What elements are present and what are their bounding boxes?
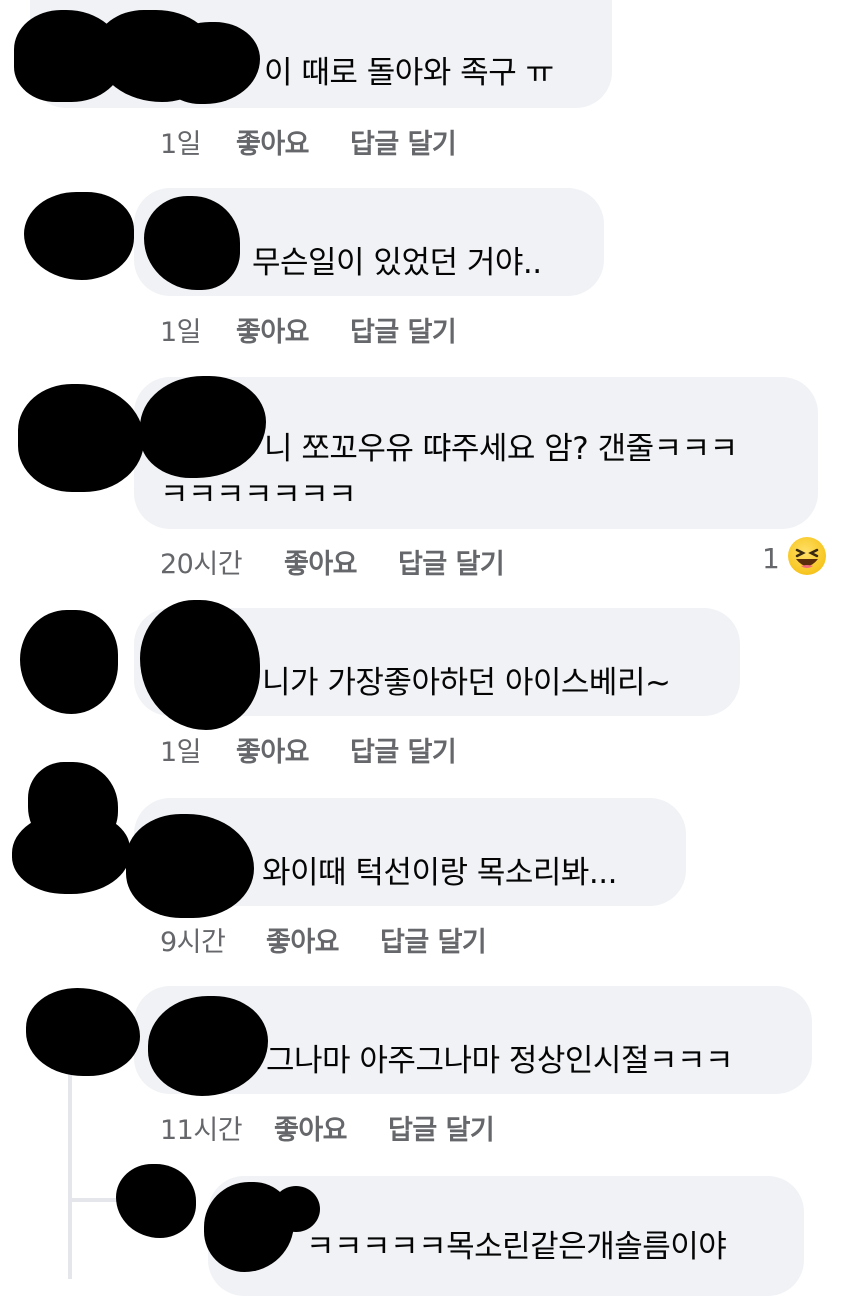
reply-text: ㅋㅋㅋㅋㅋ목소린같은개솔름이야 bbox=[306, 1229, 727, 1265]
comment-meta: 20시간 좋아요 답글 달기 bbox=[160, 542, 580, 580]
comment-text: 이 때로 돌아와 족구 ㅠ bbox=[264, 55, 554, 91]
reply-button[interactable]: 답글 달기 bbox=[380, 920, 487, 959]
comment-time[interactable]: 20시간 bbox=[160, 542, 243, 581]
redacted-avatar bbox=[12, 812, 130, 894]
redacted-avatar bbox=[24, 192, 134, 280]
comment-text: 그나마 아주그나마 정상인시절ㅋㅋㅋ bbox=[266, 1043, 734, 1079]
comment-meta: 1일 좋아요 답글 달기 bbox=[160, 310, 560, 348]
redacted-avatar bbox=[20, 610, 118, 714]
redacted-avatar bbox=[26, 988, 140, 1076]
reply-button[interactable]: 답글 달기 bbox=[398, 542, 505, 581]
like-button[interactable]: 좋아요 bbox=[284, 542, 358, 581]
comment-text-line2: ㅋㅋㅋㅋㅋㅋㅋ bbox=[160, 477, 357, 513]
redacted-avatar bbox=[116, 1164, 196, 1238]
comment-time[interactable]: 1일 bbox=[160, 310, 202, 349]
reply-button[interactable]: 답글 달기 bbox=[388, 1108, 495, 1147]
laughing-emoji-icon[interactable] bbox=[788, 537, 826, 575]
comment-time[interactable]: 1일 bbox=[160, 122, 202, 161]
comment-time[interactable]: 11시간 bbox=[160, 1108, 243, 1147]
reply-button[interactable]: 답글 달기 bbox=[350, 310, 457, 349]
reply-button[interactable]: 답글 달기 bbox=[350, 122, 457, 161]
reaction-count[interactable]: 1 bbox=[762, 542, 780, 575]
comment-meta: 1일 좋아요 답글 달기 bbox=[160, 122, 560, 160]
like-button[interactable]: 좋아요 bbox=[236, 122, 310, 161]
reply-button[interactable]: 답글 달기 bbox=[350, 730, 457, 769]
comment-meta: 1일 좋아요 답글 달기 bbox=[160, 730, 560, 768]
like-button[interactable]: 좋아요 bbox=[274, 1108, 348, 1147]
comment-text-line1: 니 쪼꼬우유 땨주세요 암? 갠줄ㅋㅋㅋ bbox=[264, 431, 738, 467]
comment-time[interactable]: 9시간 bbox=[160, 920, 226, 959]
comment-text: 와이때 턱선이랑 목소리봐... bbox=[262, 855, 618, 891]
comment-time[interactable]: 1일 bbox=[160, 730, 202, 769]
comment-text: 니가 가장좋아하던 아이스베리~ bbox=[262, 665, 671, 701]
laughing-emoji-face bbox=[795, 548, 819, 568]
redacted-avatar bbox=[18, 384, 144, 492]
comment-meta: 11시간 좋아요 답글 달기 bbox=[160, 1108, 580, 1146]
thread-line bbox=[68, 1066, 72, 1279]
like-button[interactable]: 좋아요 bbox=[236, 730, 310, 769]
comment-text: 무슨일이 있었던 거야.. bbox=[252, 245, 542, 281]
redacted-name bbox=[126, 814, 254, 918]
like-button[interactable]: 좋아요 bbox=[266, 920, 340, 959]
redacted-name bbox=[272, 1186, 320, 1232]
comment-meta: 9시간 좋아요 답글 달기 bbox=[160, 920, 580, 958]
like-button[interactable]: 좋아요 bbox=[236, 310, 310, 349]
